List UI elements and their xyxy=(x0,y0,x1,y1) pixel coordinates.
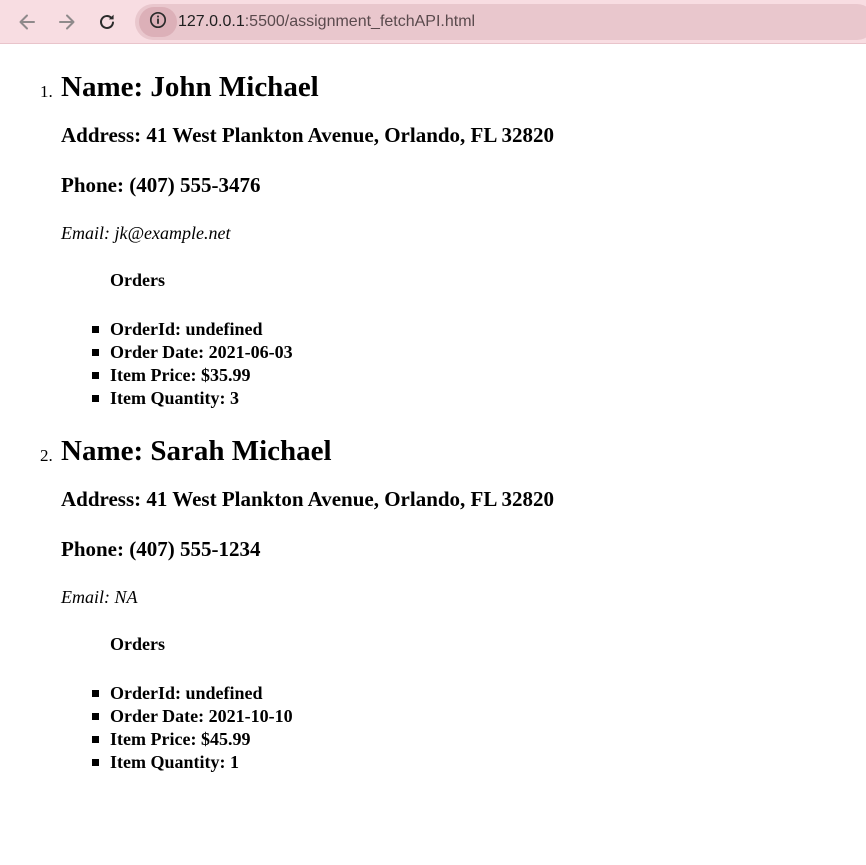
forward-button[interactable] xyxy=(51,6,83,38)
list-marker: 2. xyxy=(40,446,53,465)
url-path: :5500/assignment_fetchAPI.html xyxy=(244,13,476,30)
order-id: OrderId: undefined xyxy=(92,682,866,705)
order-details-list: OrderId: undefined Order Date: 2021-10-1… xyxy=(61,682,866,774)
customer-name: Name: John Michael xyxy=(61,71,319,103)
item-price: Item Price: $35.99 xyxy=(92,364,866,387)
item-price: Item Price: $45.99 xyxy=(92,728,866,751)
reload-icon xyxy=(97,12,117,32)
site-info-button[interactable] xyxy=(139,7,177,37)
customer-phone: Phone: (407) 555-1234 xyxy=(61,537,261,561)
item-quantity: Item Quantity: 1 xyxy=(92,751,866,774)
reload-button[interactable] xyxy=(91,6,123,38)
customer-item: 1. Name: John Michael Address: 41 West P… xyxy=(0,45,866,410)
arrow-left-icon xyxy=(17,12,37,32)
order-date: Order Date: 2021-10-10 xyxy=(92,705,866,728)
back-button[interactable] xyxy=(11,6,43,38)
url-host: 127.0.0.1 xyxy=(178,13,245,30)
page-content: 1. Name: John Michael Address: 41 West P… xyxy=(0,45,866,774)
address-bar[interactable]: 127.0.0.1:5500/assignment_fetchAPI.html xyxy=(135,4,866,40)
customer-email: Email: NA xyxy=(61,587,138,607)
orders-heading: Orders xyxy=(110,270,165,290)
customer-email: Email: jk@example.net xyxy=(61,223,231,243)
order-details-list: OrderId: undefined Order Date: 2021-06-0… xyxy=(61,318,866,410)
order-id: OrderId: undefined xyxy=(92,318,866,341)
orders-heading: Orders xyxy=(110,634,165,654)
customer-address: Address: 41 West Plankton Avenue, Orland… xyxy=(61,487,554,511)
item-quantity: Item Quantity: 3 xyxy=(92,387,866,410)
customer-list: 1. Name: John Michael Address: 41 West P… xyxy=(0,45,866,774)
list-marker: 1. xyxy=(40,82,53,101)
customer-name: Name: Sarah Michael xyxy=(61,435,332,467)
arrow-right-icon xyxy=(57,12,77,32)
browser-toolbar: 127.0.0.1:5500/assignment_fetchAPI.html xyxy=(0,0,866,44)
url-text[interactable]: 127.0.0.1:5500/assignment_fetchAPI.html xyxy=(178,12,475,32)
order-date: Order Date: 2021-06-03 xyxy=(92,341,866,364)
info-circle-icon xyxy=(149,11,167,34)
customer-item: 2. Name: Sarah Michael Address: 41 West … xyxy=(0,410,866,774)
customer-address: Address: 41 West Plankton Avenue, Orland… xyxy=(61,123,554,147)
customer-phone: Phone: (407) 555-3476 xyxy=(61,173,261,197)
